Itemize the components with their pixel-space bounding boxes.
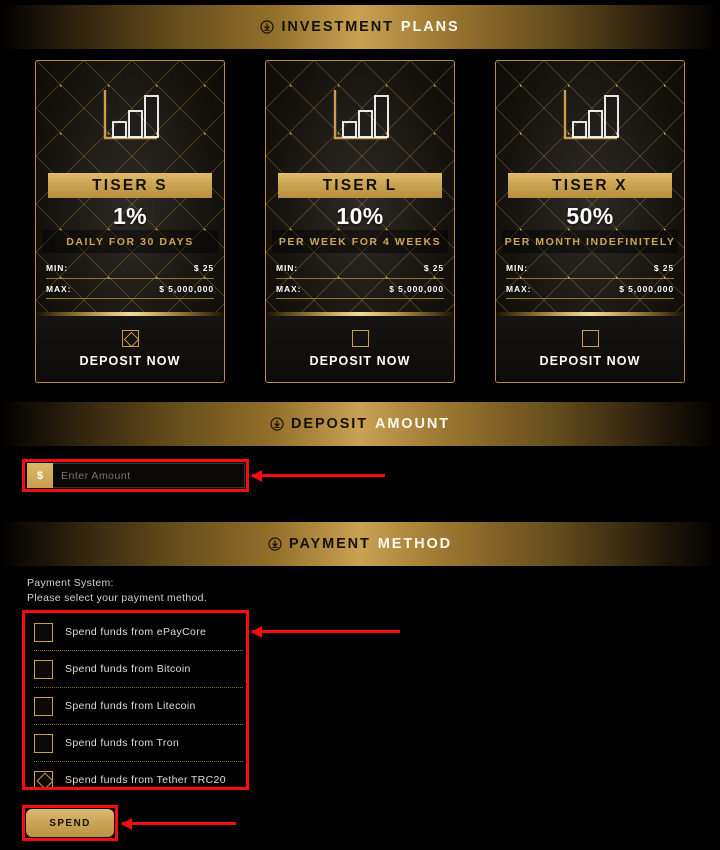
plan-min-value: $ 25 (653, 262, 674, 273)
plan-card[interactable]: TISER S 1% DAILY FOR 30 DAYS MIN: $ 25 M… (35, 60, 225, 383)
checkbox-bitcoin[interactable] (34, 659, 53, 679)
investment-page: INVESTMENT PLANS TISER S 1% DAILY FOR 30… (0, 0, 720, 850)
checkbox-tron[interactable] (34, 733, 53, 753)
plan-max-value: $ 5,000,000 (389, 283, 444, 294)
payment-system-label: Payment System: (27, 577, 114, 589)
plan-min-value: $ 25 (423, 262, 444, 273)
payment-option-label: Spend funds from ePayCore (65, 626, 207, 638)
section-title-dark: INVESTMENT (281, 19, 394, 35)
plan-min-row: MIN: $ 25 (506, 257, 674, 278)
plan-term: DAILY FOR 30 DAYS (42, 230, 218, 253)
plan-term: PER MONTH INDEFINITELY (502, 230, 678, 253)
plan-min-label: MIN: (506, 262, 529, 273)
deposit-now-button[interactable]: DEPOSIT NOW (496, 316, 684, 382)
plan-name: TISER S (48, 173, 212, 198)
currency-symbol-icon: $ (27, 463, 53, 488)
plan-max-row: MAX: $ 5,000,000 (276, 278, 444, 299)
payment-method-list: Spend funds from ePayCore Spend funds fr… (27, 614, 243, 798)
plan-rate: 50% (566, 203, 614, 229)
deposit-now-label: DEPOSIT NOW (539, 354, 641, 368)
section-header-method: PAYMENT METHOD (0, 522, 720, 566)
plan-rate: 1% (112, 203, 148, 229)
plan-max-label: MAX: (46, 283, 72, 294)
checkbox-litecoin[interactable] (34, 696, 53, 716)
spend-button[interactable]: SPEND (26, 809, 114, 837)
plan-rate: 10% (336, 203, 384, 229)
deposit-now-button[interactable]: DEPOSIT NOW (36, 316, 224, 382)
plan-limits: MIN: $ 25 MAX: $ 5,000,000 (506, 257, 674, 299)
plan-min-label: MIN: (276, 262, 299, 273)
payment-option-tron[interactable]: Spend funds from Tron (27, 725, 243, 761)
download-circle-icon (268, 537, 282, 551)
download-circle-icon (270, 417, 284, 431)
payment-system-instruction: Please select your payment method. (27, 592, 208, 604)
amount-input[interactable] (53, 463, 245, 488)
payment-option-epaycore[interactable]: Spend funds from ePayCore (27, 614, 243, 650)
section-title-light: AMOUNT (374, 416, 450, 432)
section-title-light: METHOD (377, 536, 453, 552)
deposit-now-button[interactable]: DEPOSIT NOW (266, 316, 454, 382)
plan-max-label: MAX: (506, 283, 532, 294)
deposit-now-label: DEPOSIT NOW (79, 354, 181, 368)
checkbox-tether-trc20[interactable] (34, 770, 53, 790)
plan-name: TISER X (508, 173, 672, 198)
plan-card[interactable]: TISER X 50% PER MONTH INDEFINITELY MIN: … (495, 60, 685, 383)
payment-system-note: Payment System: Please select your payme… (27, 576, 207, 606)
payment-option-bitcoin[interactable]: Spend funds from Bitcoin (27, 651, 243, 687)
section-title-light: PLANS (400, 19, 460, 35)
square-icon (581, 330, 599, 347)
bar-chart-icon (496, 87, 684, 145)
diamond-in-square-icon (121, 330, 139, 347)
deposit-now-label: DEPOSIT NOW (309, 354, 411, 368)
plan-max-value: $ 5,000,000 (159, 283, 214, 294)
download-circle-icon (260, 20, 275, 34)
payment-option-label: Spend funds from Bitcoin (65, 663, 191, 675)
payment-option-litecoin[interactable]: Spend funds from Litecoin (27, 688, 243, 724)
plan-limits: MIN: $ 25 MAX: $ 5,000,000 (46, 257, 214, 299)
payment-option-tether-trc20[interactable]: Spend funds from Tether TRC20 (27, 762, 243, 798)
section-header-plans: INVESTMENT PLANS (0, 5, 720, 49)
plan-min-value: $ 25 (193, 262, 214, 273)
plan-term: PER WEEK FOR 4 WEEKS (272, 230, 448, 253)
payment-option-label: Spend funds from Litecoin (65, 700, 196, 712)
plan-max-value: $ 5,000,000 (619, 283, 674, 294)
square-icon (351, 330, 369, 347)
plan-min-row: MIN: $ 25 (276, 257, 444, 278)
plan-limits: MIN: $ 25 MAX: $ 5,000,000 (276, 257, 444, 299)
annotation-arrow-payment-methods (251, 625, 400, 638)
section-header-amount: DEPOSIT AMOUNT (0, 402, 720, 446)
plan-card-list: TISER S 1% DAILY FOR 30 DAYS MIN: $ 25 M… (0, 60, 720, 383)
annotation-arrow-amount-field (251, 469, 385, 482)
plan-card[interactable]: TISER L 10% PER WEEK FOR 4 WEEKS MIN: $ … (265, 60, 455, 383)
payment-option-label: Spend funds from Tron (65, 737, 180, 749)
plan-max-row: MAX: $ 5,000,000 (46, 278, 214, 299)
plan-max-label: MAX: (276, 283, 302, 294)
deposit-amount-field[interactable]: $ (27, 463, 245, 488)
plan-min-row: MIN: $ 25 (46, 257, 214, 278)
checkbox-epaycore[interactable] (34, 622, 53, 642)
bar-chart-icon (266, 87, 454, 145)
plan-min-label: MIN: (46, 262, 69, 273)
annotation-arrow-spend-button (121, 817, 236, 830)
payment-option-label: Spend funds from Tether TRC20 (65, 774, 226, 786)
plan-name: TISER L (278, 173, 442, 198)
section-title-dark: DEPOSIT (291, 416, 368, 432)
section-title-dark: PAYMENT (288, 536, 371, 552)
plan-max-row: MAX: $ 5,000,000 (506, 278, 674, 299)
bar-chart-icon (36, 87, 224, 145)
